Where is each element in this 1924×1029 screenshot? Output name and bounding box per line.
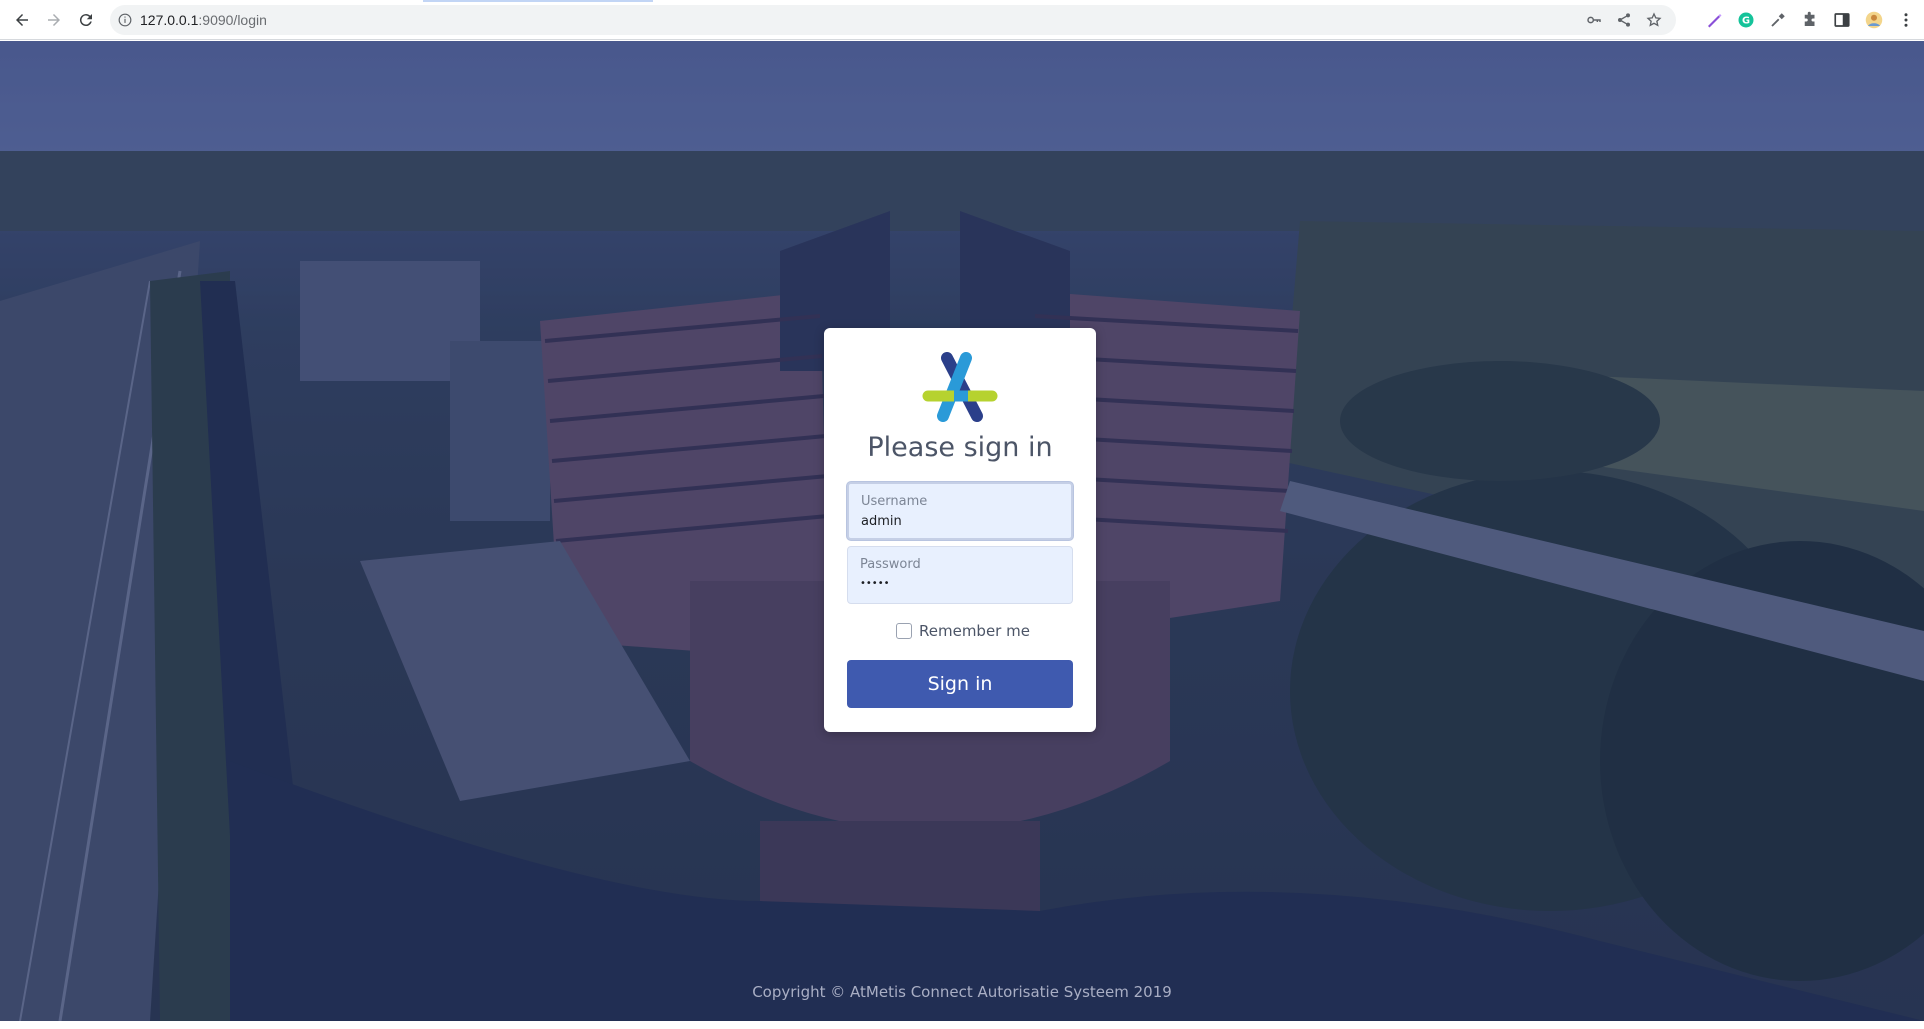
profile-avatar-icon[interactable] <box>1864 10 1884 30</box>
password-field[interactable]: Password ••••• <box>847 546 1073 604</box>
menu-kebab-icon[interactable] <box>1896 10 1916 30</box>
url-text: 127.0.0.1:9090/login <box>140 12 267 28</box>
pen-extension-icon[interactable] <box>1704 10 1724 30</box>
remember-me-label[interactable]: Remember me <box>919 622 1030 640</box>
reload-icon <box>79 13 92 26</box>
eyedropper-icon[interactable] <box>1768 10 1788 30</box>
arrow-right-icon <box>48 13 60 26</box>
svg-text:G: G <box>1742 15 1750 26</box>
back-button[interactable] <box>8 6 36 34</box>
arrow-left-icon <box>16 13 28 26</box>
address-bar[interactable]: 127.0.0.1:9090/login <box>110 5 1676 35</box>
remember-me[interactable]: Remember me <box>896 622 1030 640</box>
url-host: 127.0.0.1 <box>140 12 199 28</box>
atmetis-logo-icon <box>922 352 998 422</box>
page-title: Please sign in <box>867 432 1053 463</box>
username-value[interactable]: admin <box>861 514 902 529</box>
login-card: Please sign in Username admin Password •… <box>824 328 1096 732</box>
url-path: :9090/login <box>198 12 267 28</box>
reload-button[interactable] <box>72 6 100 34</box>
remember-me-checkbox[interactable] <box>896 623 912 639</box>
password-label: Password <box>860 557 921 572</box>
side-panel-icon[interactable] <box>1832 10 1852 30</box>
key-icon[interactable] <box>1586 12 1602 28</box>
tab-indicator <box>423 0 653 2</box>
username-field[interactable]: Username admin <box>847 482 1073 540</box>
copyright-text: Copyright © AtMetis Connect Autorisatie … <box>752 983 1172 1001</box>
browser-toolbar: 127.0.0.1:9090/login G <box>0 0 1924 40</box>
puzzle-extensions-icon[interactable] <box>1800 10 1820 30</box>
password-value[interactable]: ••••• <box>860 578 890 589</box>
grammarly-icon[interactable]: G <box>1736 10 1756 30</box>
page-bottom-edge <box>0 1021 1924 1029</box>
site-info-icon[interactable] <box>110 13 140 27</box>
share-icon[interactable] <box>1616 12 1632 28</box>
sign-in-button[interactable]: Sign in <box>847 660 1073 708</box>
username-label: Username <box>861 494 928 509</box>
forward-button[interactable] <box>40 6 68 34</box>
star-icon[interactable] <box>1646 12 1662 28</box>
